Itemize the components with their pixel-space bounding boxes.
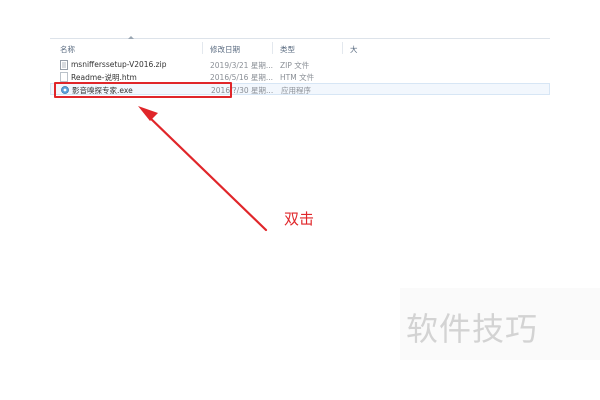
file-type: 应用程序 [281,86,311,95]
file-name: msnifferssetup-V2016.zip [71,60,167,69]
column-divider[interactable] [272,42,273,54]
column-header-size[interactable]: 大 [350,44,358,55]
column-header-name[interactable]: 名称 [60,44,75,55]
file-type: HTM 文件 [280,73,315,82]
column-divider[interactable] [202,42,203,54]
column-header-row: 名称 修改日期 类型 大 [50,40,550,55]
double-click-annotation: 双击 [284,210,315,228]
list-top-border [50,38,550,39]
file-date-modified: 2019/3/21 星期... [210,61,273,70]
column-header-type[interactable]: 类型 [280,44,295,55]
column-divider[interactable] [342,42,343,54]
watermark: 软件技巧 [400,288,600,360]
highlight-box [54,82,232,98]
column-header-date-modified[interactable]: 修改日期 [210,44,240,55]
file-row[interactable]: msnifferssetup-V2016.zip 2019/3/21 星期...… [50,59,550,71]
watermark-text: 软件技巧 [406,310,539,348]
zip-file-icon [60,60,68,70]
sort-caret-icon[interactable] [128,36,134,39]
htm-file-icon [60,72,68,82]
file-type: ZIP 文件 [280,61,310,70]
